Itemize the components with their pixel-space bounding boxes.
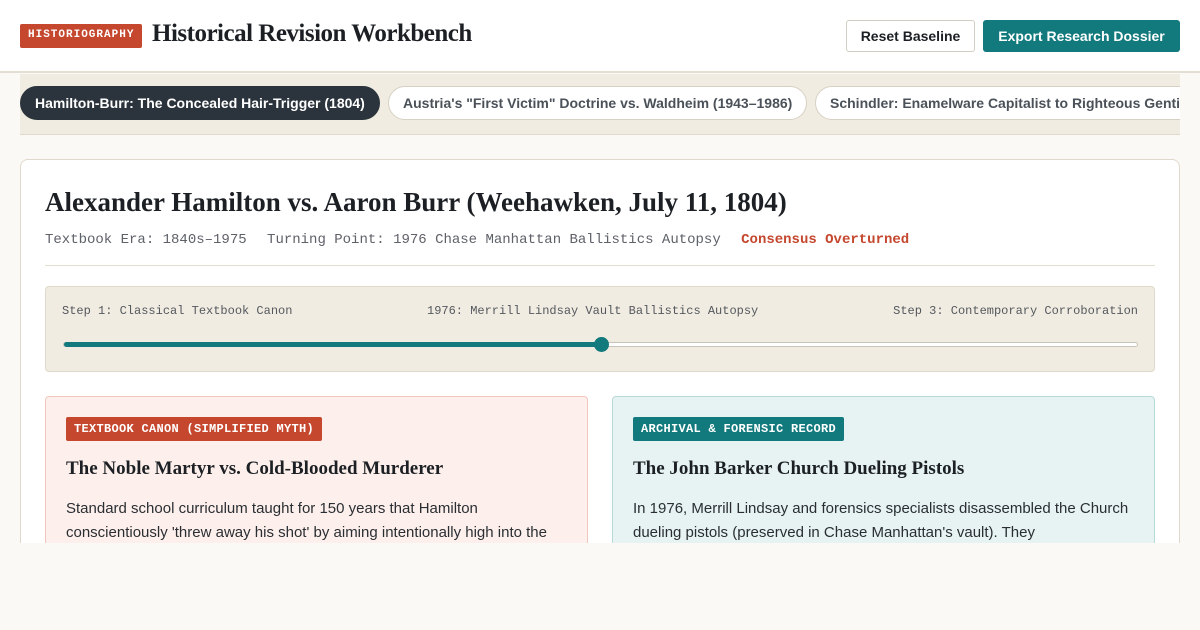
myth-body: Standard school curriculum taught for 15… <box>66 500 547 541</box>
divider <box>45 265 1155 266</box>
tab-hamilton-burr[interactable]: Hamilton-Burr: The Concealed Hair-Trigge… <box>20 86 380 120</box>
myth-panel: TEXTBOOK CANON (SIMPLIFIED MYTH) The Nob… <box>45 396 588 558</box>
timeline-slider-thumb[interactable] <box>593 337 609 352</box>
case-meta: Textbook Era: 1840s–1975 Turning Point: … <box>45 232 921 248</box>
timeline-slider-fill <box>64 342 601 347</box>
record-title: The John Barker Church Dueling Pistols <box>633 458 965 479</box>
case-tabs: Hamilton-Burr: The Concealed Hair-Trigge… <box>20 74 1180 135</box>
tab-austria-waldheim[interactable]: Austria's "First Victim" Doctrine vs. Wa… <box>388 86 808 120</box>
textbook-era: Textbook Era: 1840s–1975 <box>45 232 247 248</box>
status-badge: Consensus Overturned <box>741 232 910 248</box>
record-tag: ARCHIVAL & FORENSIC RECORD <box>633 417 845 441</box>
myth-title: The Noble Martyr vs. Cold-Blooded Murder… <box>66 458 444 479</box>
myth-tag: TEXTBOOK CANON (SIMPLIFIED MYTH) <box>66 417 323 441</box>
tab-schindler[interactable]: Schindler: Enamelware Capitalist to Righ… <box>815 86 1180 120</box>
reset-baseline-button[interactable]: Reset Baseline <box>846 20 975 52</box>
export-dossier-button[interactable]: Export Research Dossier <box>983 20 1180 52</box>
record-body: In 1976, Merrill Lindsay and forensics s… <box>633 500 1129 541</box>
category-badge: HISTORIOGRAPHY <box>20 24 143 48</box>
app-title: Historical Revision Workbench <box>152 20 472 47</box>
case-card: Alexander Hamilton vs. Aaron Burr (Weeha… <box>20 159 1180 559</box>
revision-timeline: Step 1: Classical Textbook Canon 1976: M… <box>45 286 1155 372</box>
app-header: HISTORIOGRAPHY Historical Revision Workb… <box>0 0 1200 73</box>
timeline-step-3: Step 3: Contemporary Corroboration <box>893 304 1138 318</box>
turning-point: Turning Point: 1976 Chase Manhattan Ball… <box>267 232 721 248</box>
page-background <box>0 543 1200 630</box>
timeline-slider[interactable] <box>63 337 1138 352</box>
record-panel: ARCHIVAL & FORENSIC RECORD The John Bark… <box>612 396 1155 558</box>
case-title: Alexander Hamilton vs. Aaron Burr (Weeha… <box>45 187 787 217</box>
timeline-step-2: 1976: Merrill Lindsay Vault Ballistics A… <box>427 304 759 318</box>
timeline-step-1: Step 1: Classical Textbook Canon <box>62 304 293 318</box>
